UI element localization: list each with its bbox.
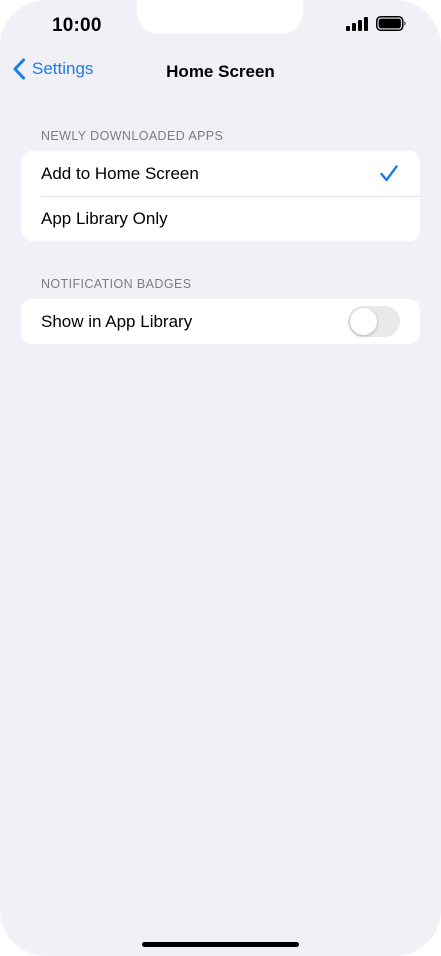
checkmark-icon xyxy=(380,165,398,182)
status-icons xyxy=(346,16,407,31)
option-add-to-home-screen[interactable]: Add to Home Screen xyxy=(21,151,420,196)
home-indicator[interactable] xyxy=(142,942,299,947)
newly-downloaded-apps-group: Add to Home Screen App Library Only xyxy=(21,151,420,241)
battery-icon xyxy=(376,16,406,31)
page-title: Home Screen xyxy=(166,62,275,81)
navigation-bar: Settings Home Screen xyxy=(0,54,441,90)
show-in-app-library-toggle[interactable] xyxy=(348,306,400,337)
signal-icon xyxy=(346,16,368,31)
section-header-notification-badges: NOTIFICATION BADGES xyxy=(41,277,192,291)
camera-notch xyxy=(137,0,303,34)
option-app-library-only[interactable]: App Library Only xyxy=(21,196,420,241)
row-show-in-app-library: Show in App Library xyxy=(21,299,420,344)
option-label: App Library Only xyxy=(41,208,168,228)
toggle-knob xyxy=(350,308,377,335)
notification-badges-group: Show in App Library xyxy=(21,299,420,344)
row-label: Show in App Library xyxy=(41,311,193,331)
option-label: Add to Home Screen xyxy=(41,163,199,183)
phone-screen: 10:00 Settings Home Screen NEWLY DOWNLOA… xyxy=(0,0,441,956)
section-header-newly-downloaded-apps: NEWLY DOWNLOADED APPS xyxy=(41,129,224,143)
status-time: 10:00 xyxy=(52,15,102,36)
